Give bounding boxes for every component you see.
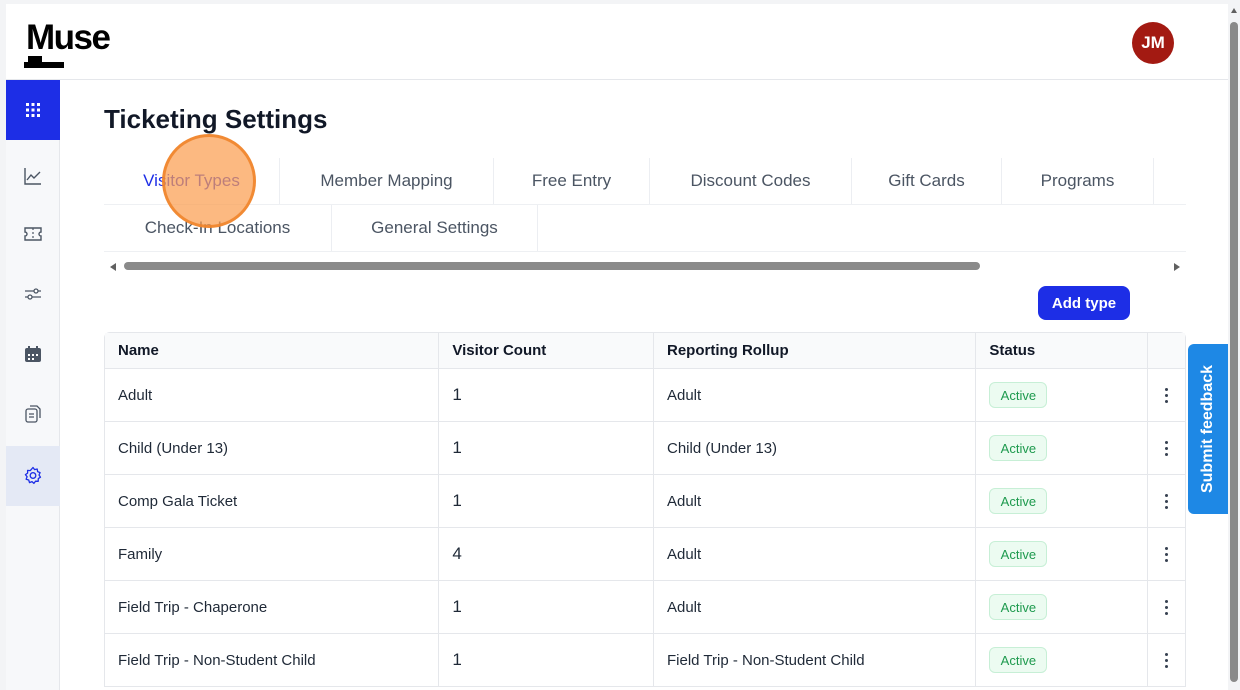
status-badge: Active <box>989 382 1048 408</box>
cell-status: Active <box>976 422 1149 474</box>
add-type-button[interactable]: Add type <box>1038 286 1130 320</box>
status-badge: Active <box>989 647 1048 673</box>
more-options-icon[interactable] <box>1157 542 1177 566</box>
scroll-left-arrow-icon[interactable] <box>110 263 116 271</box>
page-scrollbar-thumb[interactable] <box>1230 22 1238 682</box>
page-vertical-scrollbar[interactable] <box>1230 8 1238 688</box>
cell-status: Active <box>976 581 1149 633</box>
tab-general-settings[interactable]: General Settings <box>332 205 538 251</box>
sidebar <box>6 80 60 690</box>
sidebar-item-analytics[interactable] <box>6 146 60 206</box>
table-header: Name Visitor Count Reporting Rollup Stat… <box>105 333 1185 369</box>
tab-member-mapping[interactable]: Member Mapping <box>280 158 494 204</box>
cell-actions <box>1148 369 1185 421</box>
visitor-types-table: Name Visitor Count Reporting Rollup Stat… <box>104 332 1186 687</box>
cell-visitor-count: 1 <box>439 634 654 686</box>
table-row[interactable]: Comp Gala Ticket 1 Adult Active <box>105 475 1185 528</box>
tab-free-entry[interactable]: Free Entry <box>494 158 650 204</box>
column-header-name: Name <box>105 333 440 368</box>
cell-name: Adult <box>105 369 440 421</box>
cell-name: Field Trip - Non-Student Child <box>105 634 440 686</box>
cell-actions <box>1148 528 1185 580</box>
page-title: Ticketing Settings <box>104 104 328 134</box>
sidebar-item-documents[interactable] <box>6 384 60 444</box>
top-header: Muse JM <box>6 4 1228 80</box>
more-options-icon[interactable] <box>1157 489 1177 513</box>
cell-reporting-rollup: Adult <box>654 369 977 421</box>
cell-reporting-rollup: Field Trip - Non-Student Child <box>654 634 977 686</box>
table-row[interactable]: Adult 1 Adult Active <box>105 369 1185 422</box>
logo-text: Muse <box>26 18 111 57</box>
scroll-up-arrow-icon[interactable] <box>1231 8 1237 13</box>
muse-logo[interactable]: Muse <box>24 18 136 70</box>
more-options-icon[interactable] <box>1157 383 1177 407</box>
cell-name: Field Trip - Chaperone <box>105 581 440 633</box>
status-badge: Active <box>989 594 1048 620</box>
documents-icon <box>25 405 41 423</box>
cell-reporting-rollup: Adult <box>654 475 977 527</box>
cell-status: Active <box>976 475 1149 527</box>
table-row[interactable]: Field Trip - Non-Student Child 1 Field T… <box>105 634 1185 687</box>
cell-name: Child (Under 13) <box>105 422 440 474</box>
scrollbar-thumb[interactable] <box>124 262 980 270</box>
grid-icon <box>26 103 40 117</box>
cell-actions <box>1148 581 1185 633</box>
cell-reporting-rollup: Adult <box>654 581 977 633</box>
gear-icon <box>24 466 42 485</box>
sidebar-item-calendar[interactable] <box>6 324 60 384</box>
logo-base-mark <box>24 62 64 68</box>
cell-status: Active <box>976 634 1149 686</box>
cell-status: Active <box>976 369 1149 421</box>
status-badge: Active <box>989 541 1048 567</box>
table-row[interactable]: Field Trip - Chaperone 1 Adult Active <box>105 581 1185 634</box>
app-window: Muse JM Ticketing Settings Member Mappin… <box>6 4 1228 690</box>
sidebar-item-filters[interactable] <box>6 264 60 324</box>
cell-visitor-count: 1 <box>439 581 654 633</box>
chart-line-icon <box>24 168 41 185</box>
submit-feedback-label: Submit feedback <box>1199 364 1216 494</box>
cell-visitor-count: 4 <box>439 528 654 580</box>
cell-actions <box>1148 422 1185 474</box>
scroll-right-arrow-icon[interactable] <box>1174 263 1180 271</box>
column-header-reporting-rollup: Reporting Rollup <box>654 333 977 368</box>
column-header-status: Status <box>976 333 1149 368</box>
tabs-horizontal-scrollbar[interactable] <box>104 260 1186 276</box>
cell-visitor-count: 1 <box>439 369 654 421</box>
tab-programs[interactable]: Programs <box>1002 158 1154 204</box>
column-header-actions <box>1148 333 1185 368</box>
table-row[interactable]: Family 4 Adult Active <box>105 528 1185 581</box>
cell-actions <box>1148 475 1185 527</box>
cell-visitor-count: 1 <box>439 475 654 527</box>
status-badge: Active <box>989 435 1048 461</box>
cell-visitor-count: 1 <box>439 422 654 474</box>
cell-reporting-rollup: Adult <box>654 528 977 580</box>
tab-discount-codes[interactable]: Discount Codes <box>650 158 852 204</box>
sidebar-item-tickets[interactable] <box>6 204 60 264</box>
cell-name: Family <box>105 528 440 580</box>
sidebar-item-apps[interactable] <box>6 80 60 140</box>
main-content: Ticketing Settings Visitor Types Member … <box>60 80 1228 690</box>
calendar-icon <box>25 346 41 362</box>
sidebar-item-settings[interactable] <box>6 446 60 506</box>
submit-feedback-tab[interactable]: Submit feedback <box>1188 344 1228 514</box>
column-header-visitor-count: Visitor Count <box>439 333 654 368</box>
more-options-icon[interactable] <box>1157 648 1177 672</box>
sliders-icon <box>25 288 41 300</box>
cell-reporting-rollup: Child (Under 13) <box>654 422 977 474</box>
settings-tabs: Visitor Types Member Mapping Free Entry … <box>104 158 1186 252</box>
ticket-icon <box>24 227 42 241</box>
tab-gift-cards[interactable]: Gift Cards <box>852 158 1002 204</box>
status-badge: Active <box>989 488 1048 514</box>
cell-status: Active <box>976 528 1149 580</box>
user-avatar[interactable]: JM <box>1132 22 1174 64</box>
cell-actions <box>1148 634 1185 686</box>
table-row[interactable]: Child (Under 13) 1 Child (Under 13) Acti… <box>105 422 1185 475</box>
more-options-icon[interactable] <box>1157 436 1177 460</box>
more-options-icon[interactable] <box>1157 595 1177 619</box>
click-highlight-marker <box>162 134 256 228</box>
cell-name: Comp Gala Ticket <box>105 475 440 527</box>
